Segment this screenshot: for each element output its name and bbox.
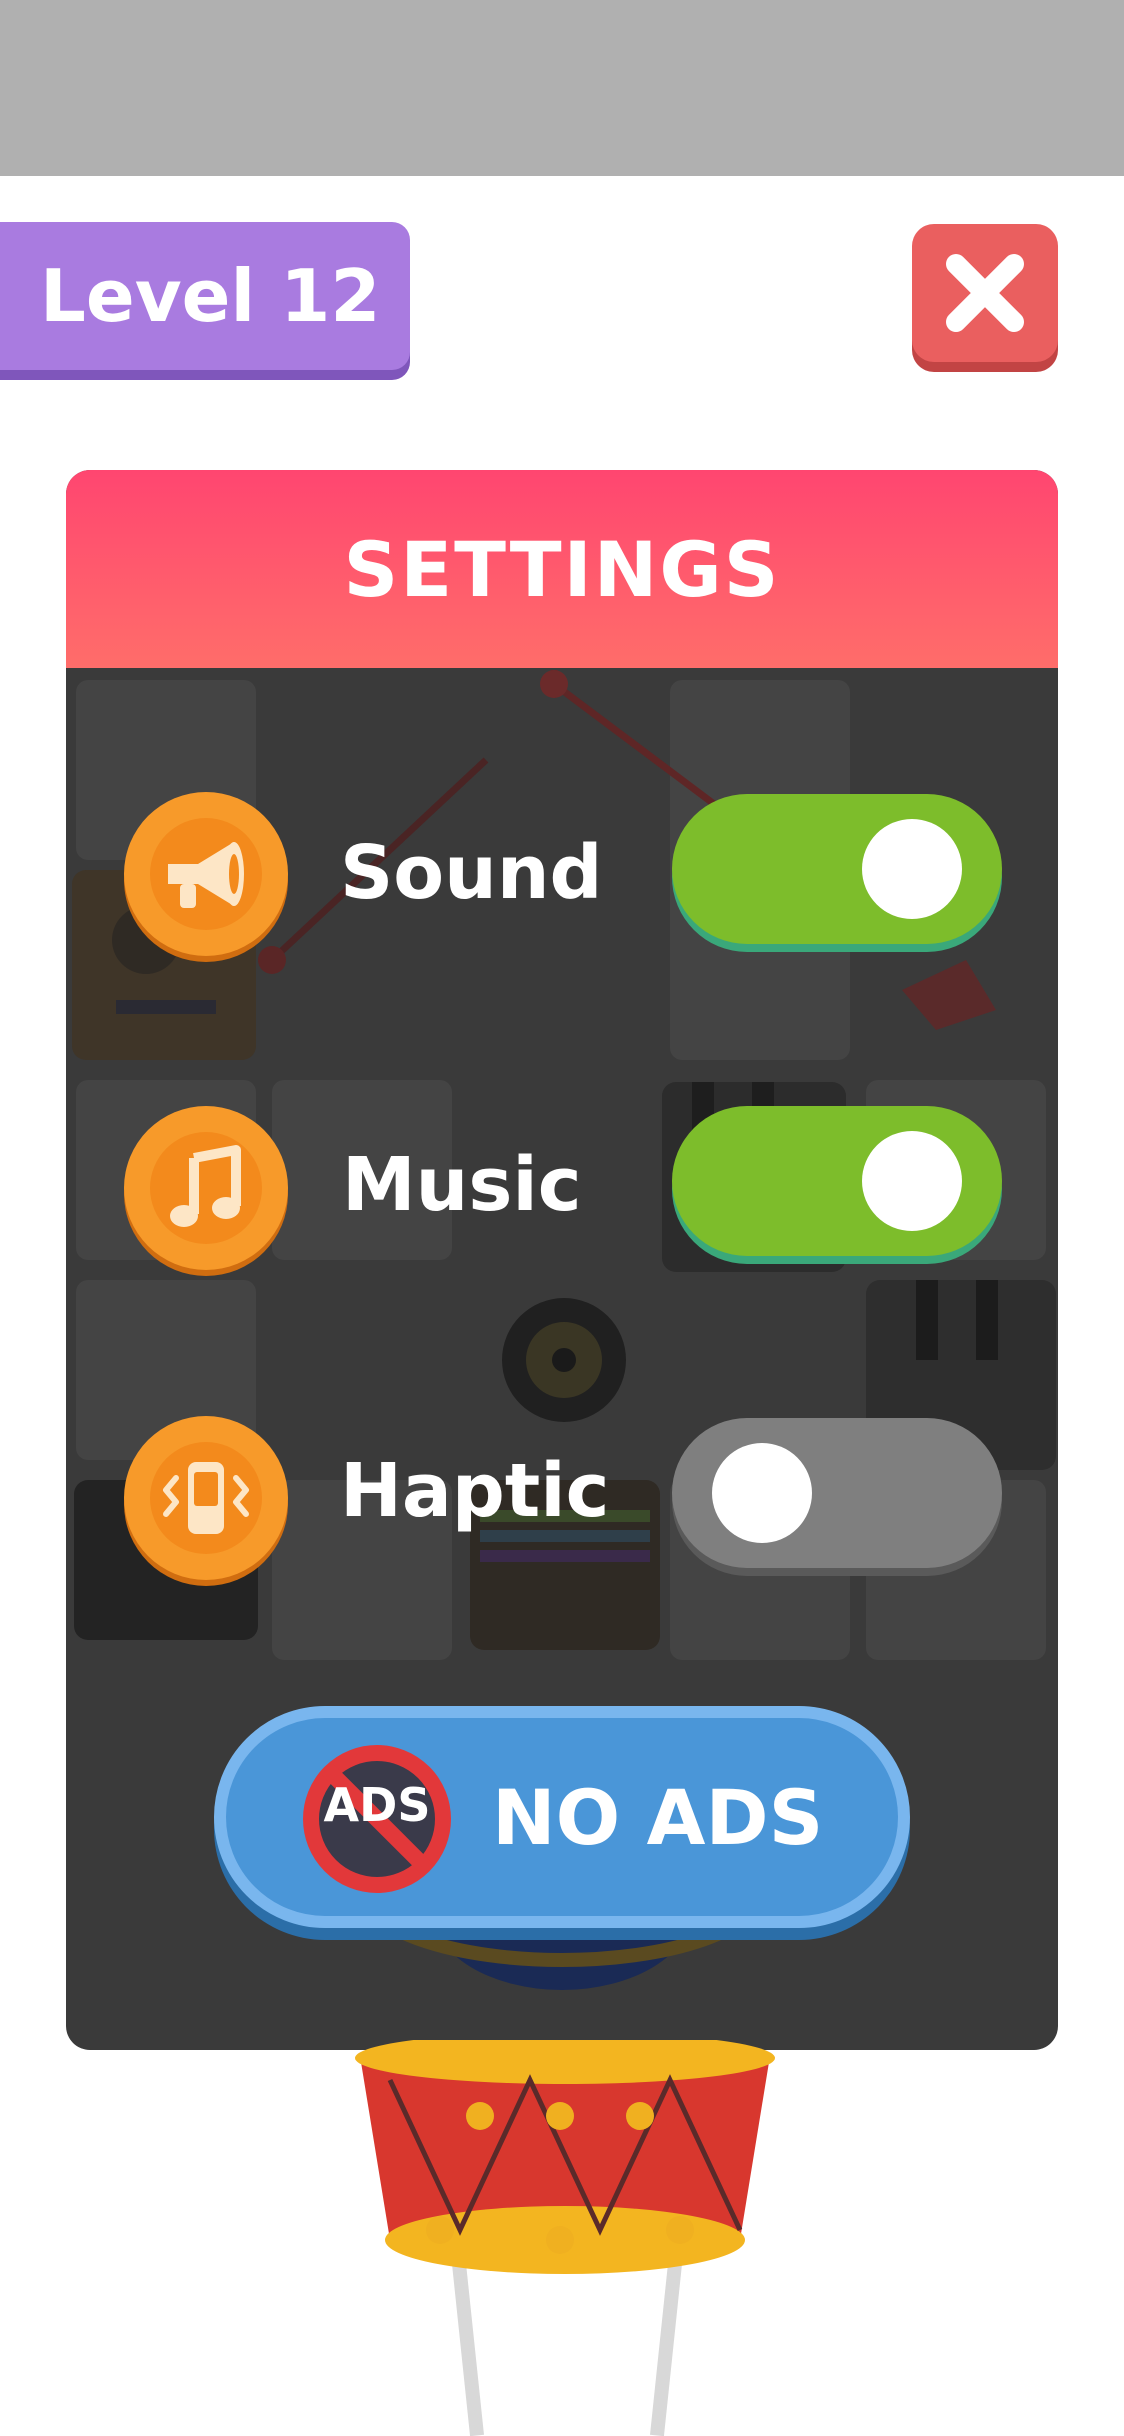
settings-title: SETTINGS (343, 524, 781, 614)
sound-label: Sound (340, 830, 603, 916)
sound-icon-badge (124, 792, 288, 956)
top-status-bar (0, 0, 1124, 176)
haptic-toggle[interactable] (672, 1418, 1002, 1568)
vibrate-phone-icon (150, 1442, 262, 1554)
toggle-knob (862, 1131, 962, 1231)
close-button[interactable] (912, 224, 1058, 362)
megaphone-icon (150, 818, 262, 930)
sound-toggle[interactable] (672, 794, 1002, 944)
toggle-knob (712, 1443, 812, 1543)
music-note-icon (150, 1132, 262, 1244)
no-ads-label: NO ADS (492, 1772, 824, 1862)
haptic-label: Haptic (340, 1448, 610, 1534)
toggle-knob (862, 819, 962, 919)
level-badge: Level 12 (0, 222, 410, 370)
music-icon-badge (124, 1106, 288, 1270)
haptic-icon-badge (124, 1416, 288, 1580)
no-ads-icon-text: ADS (323, 1778, 431, 1832)
no-ads-button[interactable]: ADS NO ADS (214, 1706, 910, 1928)
music-label: Music (342, 1142, 582, 1228)
music-toggle[interactable] (672, 1106, 1002, 1256)
drum-illustration (355, 2040, 775, 2436)
settings-header: SETTINGS (66, 470, 1058, 668)
level-label: Level 12 (40, 254, 381, 338)
close-icon (946, 254, 1024, 332)
